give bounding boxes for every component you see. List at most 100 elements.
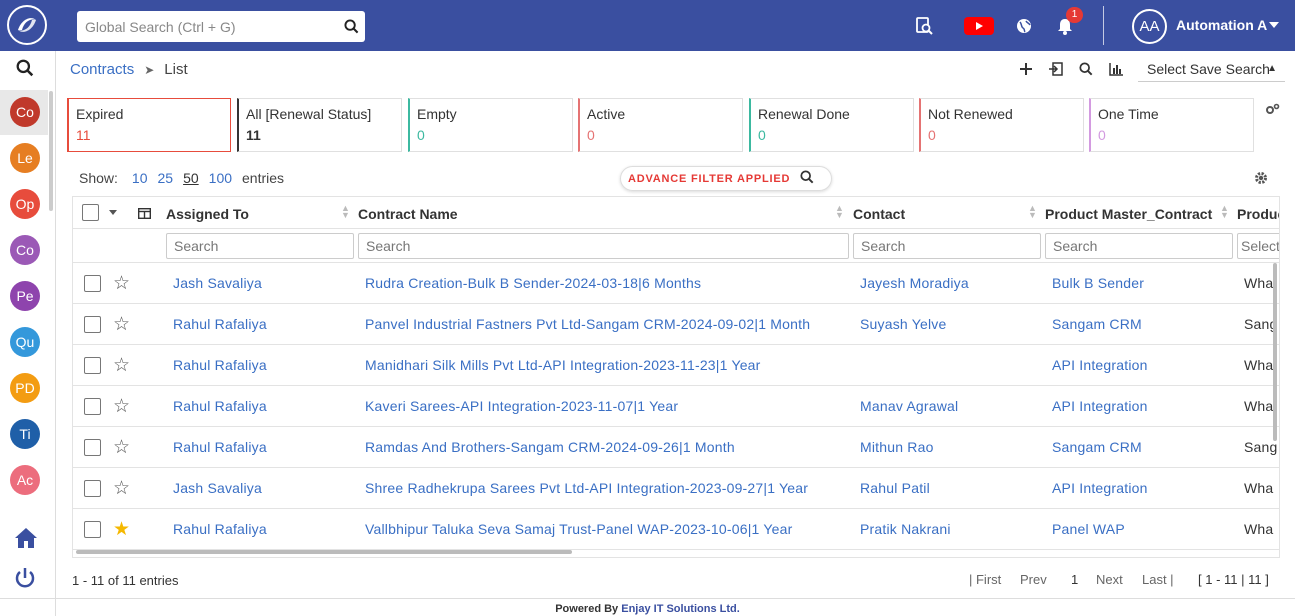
star-icon[interactable]: ☆ [113, 477, 130, 500]
column-contract-name[interactable]: Contract Name [358, 206, 458, 222]
row-checkbox[interactable] [84, 357, 101, 374]
sort-icon[interactable]: ▲ ▼ [341, 204, 350, 220]
row-checkbox[interactable] [84, 521, 101, 538]
cell-contract-name[interactable]: Kaveri Sarees-API Integration-2023-11-07… [365, 398, 678, 414]
sidebar-item-op-2[interactable]: Op [10, 189, 40, 219]
cell-contact[interactable]: Mithun Rao [860, 439, 934, 455]
vertical-scrollbar[interactable] [1273, 263, 1277, 441]
filter-contract-name[interactable] [358, 233, 849, 259]
cell-assigned-to[interactable]: Rahul Rafaliya [173, 398, 267, 414]
cell-product-master[interactable]: API Integration [1052, 357, 1148, 373]
cell-contact[interactable]: Pratik Nakrani [860, 521, 951, 537]
youtube-icon[interactable] [964, 17, 994, 35]
cell-product-master[interactable]: API Integration [1052, 480, 1148, 496]
status-card-expired[interactable]: Expired 11 [67, 98, 231, 152]
cell-assigned-to[interactable]: Rahul Rafaliya [173, 316, 267, 332]
chevron-down-icon[interactable] [109, 210, 117, 215]
power-icon[interactable] [14, 567, 36, 592]
status-card-all-renewal-status[interactable]: All [Renewal Status] 11 [237, 98, 402, 152]
sidebar-item-le-1[interactable]: Le [10, 143, 40, 173]
filter-contact[interactable] [853, 233, 1041, 259]
pager-page-1[interactable]: 1 [1071, 572, 1078, 587]
cell-contract-name[interactable]: Panvel Industrial Fastners Pvt Ltd-Sanga… [365, 316, 810, 332]
plus-icon[interactable] [1018, 61, 1034, 77]
user-avatar[interactable]: AA [1132, 9, 1167, 44]
cell-assigned-to[interactable]: Rahul Rafaliya [173, 439, 267, 455]
import-icon[interactable] [1048, 61, 1064, 77]
cell-contact[interactable]: Manav Agrawal [860, 398, 958, 414]
status-card-not-renewed[interactable]: Not Renewed 0 [919, 98, 1084, 152]
cell-assigned-to[interactable]: Rahul Rafaliya [173, 521, 267, 537]
column-product-master-contract[interactable]: Product Master_Contract [1045, 206, 1212, 222]
status-card-renewal-done[interactable]: Renewal Done 0 [749, 98, 914, 152]
star-icon[interactable]: ☆ [113, 272, 130, 295]
star-icon[interactable]: ☆ [113, 354, 130, 377]
cell-contract-name[interactable]: Vallbhipur Taluka Seva Samaj Trust-Panel… [365, 521, 792, 537]
sidebar-item-pe-4[interactable]: Pe [10, 281, 40, 311]
sidebar-scrollbar[interactable] [49, 91, 53, 211]
search-icon[interactable] [16, 59, 34, 80]
star-icon[interactable]: ★ [113, 518, 130, 541]
gear-icon[interactable] [1254, 171, 1268, 188]
cell-contract-name[interactable]: Shree Radhekrupa Sarees Pvt Ltd-API Inte… [365, 480, 808, 496]
cell-contract-name[interactable]: Ramdas And Brothers-Sangam CRM-2024-09-2… [365, 439, 735, 455]
cell-contact[interactable]: Rahul Patil [860, 480, 930, 496]
cell-contract-name[interactable]: Manidhari Silk Mills Pvt Ltd-API Integra… [365, 357, 761, 373]
star-icon[interactable]: ☆ [113, 313, 130, 336]
cell-product-master[interactable]: API Integration [1052, 398, 1148, 414]
row-checkbox[interactable] [84, 398, 101, 415]
select-all-checkbox[interactable] [82, 204, 99, 221]
column-product[interactable]: Produc [1237, 206, 1279, 222]
cell-assigned-to[interactable]: Jash Savaliya [173, 275, 262, 291]
star-icon[interactable]: ☆ [113, 395, 130, 418]
column-assigned-to[interactable]: Assigned To [166, 206, 249, 222]
sidebar-item-co-3[interactable]: Co [10, 235, 40, 265]
cell-product-master[interactable]: Sangam CRM [1052, 316, 1142, 332]
sidebar-item-pd-6[interactable]: PD [10, 373, 40, 403]
pager-prev[interactable]: Prev [1020, 572, 1047, 587]
save-search-select[interactable]: Select Save Search ▲ [1138, 56, 1285, 82]
cell-product-master[interactable]: Sangam CRM [1052, 439, 1142, 455]
company-name[interactable]: Enjay IT Solutions Ltd. [621, 603, 740, 615]
pager-first[interactable]: | First [969, 572, 1001, 587]
cell-product-master[interactable]: Bulk B Sender [1052, 275, 1144, 291]
home-icon[interactable] [14, 527, 38, 552]
sidebar-item-qu-5[interactable]: Qu [10, 327, 40, 357]
filter-product-select[interactable] [1237, 233, 1279, 259]
document-search-icon[interactable] [912, 14, 936, 38]
cell-contract-name[interactable]: Rudra Creation-Bulk B Sender-2024-03-18|… [365, 275, 701, 291]
search-icon[interactable] [337, 19, 365, 34]
cell-assigned-to[interactable]: Jash Savaliya [173, 480, 262, 496]
column-contact[interactable]: Contact [853, 206, 905, 222]
cell-contact[interactable]: Jayesh Moradiya [860, 275, 969, 291]
columns-icon[interactable] [137, 207, 152, 222]
bar-chart-icon[interactable] [1108, 61, 1124, 77]
page-size-25[interactable]: 25 [158, 170, 174, 186]
gears-icon[interactable] [1266, 103, 1280, 118]
breadcrumb-contracts[interactable]: Contracts [70, 61, 134, 78]
sort-icon[interactable]: ▲ ▼ [1028, 204, 1037, 220]
filter-assigned-to[interactable] [166, 233, 354, 259]
status-card-empty[interactable]: Empty 0 [408, 98, 573, 152]
sort-icon[interactable]: ▲ ▼ [835, 204, 844, 220]
filter-product-master[interactable] [1045, 233, 1233, 259]
pager-next[interactable]: Next [1096, 572, 1123, 587]
page-size-100[interactable]: 100 [209, 170, 232, 186]
user-name[interactable]: Automation A [1176, 17, 1267, 33]
search-icon[interactable] [1078, 61, 1094, 77]
cell-assigned-to[interactable]: Rahul Rafaliya [173, 357, 267, 373]
sidebar-item-ti-7[interactable]: Ti [10, 419, 40, 449]
row-checkbox[interactable] [84, 316, 101, 333]
global-search[interactable] [77, 11, 365, 42]
chevron-down-icon[interactable] [1269, 22, 1279, 28]
advance-filter-button[interactable]: ADVANCE FILTER APPLIED [620, 166, 832, 191]
row-checkbox[interactable] [84, 439, 101, 456]
sidebar-item-ac-8[interactable]: Ac [10, 465, 40, 495]
cell-product-master[interactable]: Panel WAP [1052, 521, 1125, 537]
pager-last[interactable]: Last | [1142, 572, 1174, 587]
row-checkbox[interactable] [84, 480, 101, 497]
page-size-10[interactable]: 10 [132, 170, 148, 186]
row-checkbox[interactable] [84, 275, 101, 292]
horizontal-scrollbar[interactable] [76, 550, 572, 554]
app-logo[interactable] [7, 5, 47, 45]
